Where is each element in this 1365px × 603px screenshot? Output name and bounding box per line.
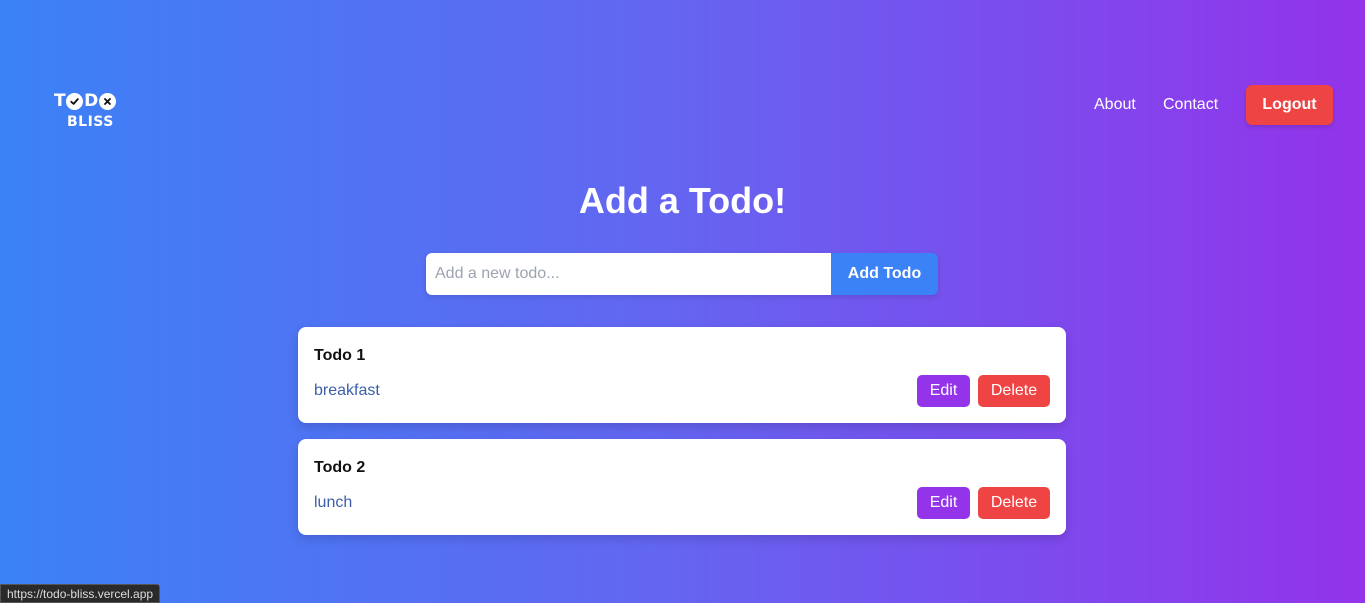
- delete-button[interactable]: Delete: [978, 487, 1050, 519]
- logout-button[interactable]: Logout: [1246, 85, 1333, 125]
- x-circle-icon: [98, 92, 116, 110]
- logo-bliss-text: BLISS: [67, 114, 114, 130]
- nav-contact-link[interactable]: Contact: [1163, 94, 1218, 116]
- logo-top-row: T D: [54, 92, 130, 110]
- page-title: Add a Todo!: [578, 180, 787, 221]
- delete-button[interactable]: Delete: [978, 375, 1050, 407]
- todo-card: Todo 2 lunch Edit Delete: [298, 439, 1066, 535]
- nav-about-link[interactable]: About: [1094, 94, 1136, 116]
- new-todo-input[interactable]: [426, 253, 831, 295]
- logo-letter-t: T: [54, 91, 66, 111]
- edit-button[interactable]: Edit: [917, 375, 970, 407]
- add-todo-button[interactable]: Add Todo: [831, 253, 938, 295]
- logo-letter-d: D: [84, 91, 98, 111]
- add-todo-form: Add Todo: [426, 253, 938, 295]
- todo-title: Todo 2: [314, 459, 366, 476]
- todo-title: Todo 1: [314, 347, 366, 364]
- logo[interactable]: T D BLISS: [54, 92, 130, 134]
- status-bar-url: https://todo-bliss.vercel.app: [0, 584, 161, 603]
- todo-text: lunch: [314, 494, 353, 511]
- todo-card: Todo 1 breakfast Edit Delete: [298, 327, 1066, 423]
- todo-text: breakfast: [314, 382, 380, 399]
- check-circle-icon: [66, 92, 84, 110]
- todo-list: Todo 1 breakfast Edit Delete Todo 2 lunc…: [298, 327, 1066, 551]
- edit-button[interactable]: Edit: [917, 487, 970, 519]
